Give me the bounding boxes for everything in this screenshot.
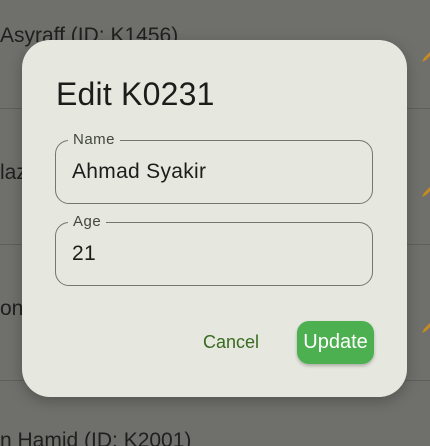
name-input[interactable] [72,160,352,184]
age-field-label: Age [68,213,107,230]
edit-dialog: Edit K0231 Name Age Cancel Update [22,40,407,397]
name-field[interactable]: Name [55,131,373,204]
update-button[interactable]: Update [297,321,374,364]
age-field[interactable]: Age [55,213,373,286]
dialog-title: Edit K0231 [56,76,215,112]
cancel-button[interactable]: Cancel [203,332,259,353]
age-input[interactable] [72,242,352,266]
name-field-label: Name [68,131,121,148]
